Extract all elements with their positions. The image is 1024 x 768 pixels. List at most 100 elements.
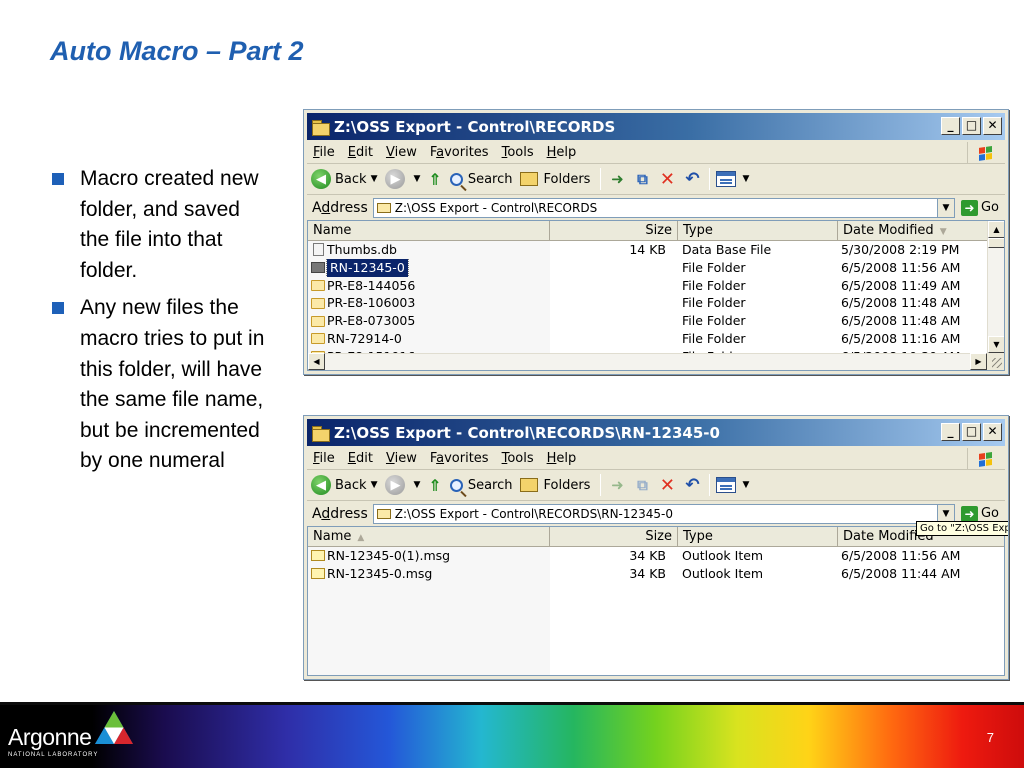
views-button[interactable]: ▼ <box>716 477 749 493</box>
file-row[interactable]: RN-12345-0(1).msg 34 KB Outlook Item 6/5/20… <box>308 547 1004 565</box>
up-folder-button[interactable]: ⇑ <box>428 170 441 189</box>
chevron-down-icon[interactable]: ▼ <box>371 480 378 490</box>
footer-band <box>0 702 1024 768</box>
delete-icon[interactable]: ✕ <box>657 169 677 190</box>
column-header-date-modified[interactable]: Date Modified ▼ <box>838 221 998 240</box>
undo-icon[interactable]: ↶ <box>682 169 702 189</box>
file-row[interactable]: PR-E8-106003 File Folder 6/5/2008 11:48 AM <box>308 294 1004 312</box>
search-button[interactable]: Search <box>449 172 512 187</box>
address-dropdown-button[interactable]: ▼ <box>936 198 954 217</box>
file-name-cell[interactable]: PR-E8-144056 <box>311 277 547 295</box>
file-row[interactable]: PR-E8-144056 File Folder 6/5/2008 11:49 AM <box>308 277 1004 295</box>
scroll-right-button[interactable]: ▶ <box>970 353 987 370</box>
toolbar: ◀ Back ▼ ▶ ▼ ⇑ Search Folders ➜ ⧉ ✕ ↶ ▼ <box>307 470 1005 501</box>
file-name-cell[interactable]: PR-E8-106003 <box>311 294 547 312</box>
views-button[interactable]: ▼ <box>716 171 749 187</box>
search-button[interactable]: Search <box>449 478 512 493</box>
copy-to-icon[interactable]: ⧉ <box>632 475 652 495</box>
window-titlebar[interactable]: Z:\OSS Export - Control\RECORDS _ □ ✕ <box>307 113 1005 140</box>
menu-item[interactable]: View <box>386 451 417 466</box>
folders-button[interactable]: Folders <box>520 478 590 493</box>
menu-item[interactable]: Favorites <box>430 451 489 466</box>
delete-icon[interactable]: ✕ <box>657 475 677 496</box>
close-button[interactable]: ✕ <box>983 117 1002 135</box>
sort-arrow-icon: ▼ <box>939 227 947 237</box>
minimize-button[interactable]: _ <box>941 423 960 441</box>
file-size: 34 KB <box>629 565 666 581</box>
copy-to-icon[interactable]: ⧉ <box>632 169 652 189</box>
minimize-button[interactable]: _ <box>941 117 960 135</box>
back-arrow-icon: ◀ <box>311 475 331 495</box>
close-button[interactable]: ✕ <box>983 423 1002 441</box>
file-type: File Folder <box>682 330 746 346</box>
forward-button[interactable]: ▶ ▼ <box>385 169 420 189</box>
file-name-cell[interactable]: RN-12345-0.msg <box>311 565 547 583</box>
file-date-modified: 6/5/2008 11:16 AM <box>841 330 961 346</box>
menu-item[interactable]: Edit <box>348 451 373 466</box>
scroll-up-button[interactable]: ▲ <box>988 221 1004 238</box>
menu-item[interactable]: Tools <box>502 451 534 466</box>
file-name: RN-12345-0.msg <box>327 565 433 581</box>
file-row[interactable]: Thumbs.db 14 KB Data Base File 5/30/2008 2:… <box>308 241 1004 259</box>
menu-item[interactable]: Favorites <box>430 145 489 160</box>
menu-item[interactable]: File <box>313 145 335 160</box>
menu-item[interactable]: Help <box>547 145 577 160</box>
maximize-button[interactable]: □ <box>962 423 981 441</box>
address-value: Z:\OSS Export - Control\RECORDS\RN-12345… <box>394 506 674 521</box>
scroll-down-button[interactable]: ▼ <box>988 336 1004 353</box>
file-name-cell[interactable]: RN-72914-0 <box>311 330 547 348</box>
vertical-scrollbar[interactable]: ▲ ▼ <box>987 221 1004 353</box>
move-to-icon[interactable]: ➜ <box>607 475 627 495</box>
file-row[interactable]: RN-12345-0 File Folder 6/5/2008 11:56 AM <box>308 258 1004 277</box>
file-row[interactable]: RN-72914-0 File Folder 6/5/2008 11:16 AM <box>308 330 1004 348</box>
chevron-down-icon[interactable]: ▼ <box>413 174 420 184</box>
forward-button[interactable]: ▶ ▼ <box>385 475 420 495</box>
menu-item[interactable]: Edit <box>348 145 373 160</box>
menu-item[interactable]: Help <box>547 451 577 466</box>
file-name-cell[interactable]: RN-12345-0(1).msg <box>311 547 547 565</box>
file-row[interactable]: PR-E8-073005 File Folder 6/5/2008 11:48 AM <box>308 312 1004 330</box>
address-input[interactable]: Z:\OSS Export - Control\RECORDS ▼ <box>372 197 955 218</box>
views-icon <box>716 477 737 493</box>
address-input[interactable]: Z:\OSS Export - Control\RECORDS\RN-12345… <box>372 503 955 524</box>
undo-icon[interactable]: ↶ <box>682 475 702 495</box>
bullet-item: Macro created new folder, and saved the … <box>52 164 267 286</box>
menu-item[interactable]: View <box>386 145 417 160</box>
file-date-modified: 6/5/2008 11:48 AM <box>841 295 961 311</box>
move-to-icon[interactable]: ➜ <box>607 169 627 189</box>
window-titlebar[interactable]: Z:\OSS Export - Control\RECORDS\RN-12345… <box>307 419 1005 446</box>
go-button[interactable]: ➜ Go <box>960 199 999 216</box>
chevron-down-icon[interactable]: ▼ <box>742 174 749 184</box>
file-name-cell[interactable]: RN-12345-0 <box>311 258 547 277</box>
scroll-thumb[interactable] <box>988 238 1004 248</box>
up-folder-button[interactable]: ⇑ <box>428 476 441 495</box>
column-header-name[interactable]: Name <box>308 221 550 240</box>
horizontal-scrollbar[interactable]: ◀ ▶ <box>308 353 1004 370</box>
folders-button[interactable]: Folders <box>520 172 590 187</box>
menu-item[interactable]: Tools <box>502 145 534 160</box>
toolbar-separator <box>709 168 711 190</box>
scroll-left-button[interactable]: ◀ <box>308 353 325 370</box>
go-button[interactable]: ➜ Go <box>960 505 999 522</box>
resize-grip[interactable] <box>987 353 1004 370</box>
maximize-button[interactable]: □ <box>962 117 981 135</box>
file-date-modified: 6/5/2008 11:48 AM <box>841 313 961 329</box>
chevron-down-icon[interactable]: ▼ <box>371 174 378 184</box>
file-name-cell[interactable]: Thumbs.db <box>311 241 547 259</box>
address-dropdown-button[interactable]: ▼ <box>936 504 954 523</box>
column-header-type[interactable]: Type <box>678 527 838 546</box>
column-header-type[interactable]: Type <box>678 221 838 240</box>
back-button[interactable]: ◀ Back ▼ <box>311 475 377 495</box>
column-header-size[interactable]: Size <box>550 221 678 240</box>
chevron-down-icon[interactable]: ▼ <box>413 480 420 490</box>
chevron-down-icon[interactable]: ▼ <box>742 480 749 490</box>
file-name-cell[interactable]: PR-E8-073005 <box>311 312 547 330</box>
back-button[interactable]: ◀ Back ▼ <box>311 169 377 189</box>
menu-item[interactable]: File <box>313 451 335 466</box>
column-header-size[interactable]: Size <box>550 527 678 546</box>
file-name: PR-E8-073005 <box>327 313 416 329</box>
back-label: Back <box>335 477 367 493</box>
file-row[interactable]: RN-12345-0.msg 34 KB Outlook Item 6/5/2008 … <box>308 565 1004 583</box>
column-header-name[interactable]: Name ▲ <box>308 527 550 546</box>
column-headers: Name ▲ Size Type Date Modified <box>308 527 1004 547</box>
